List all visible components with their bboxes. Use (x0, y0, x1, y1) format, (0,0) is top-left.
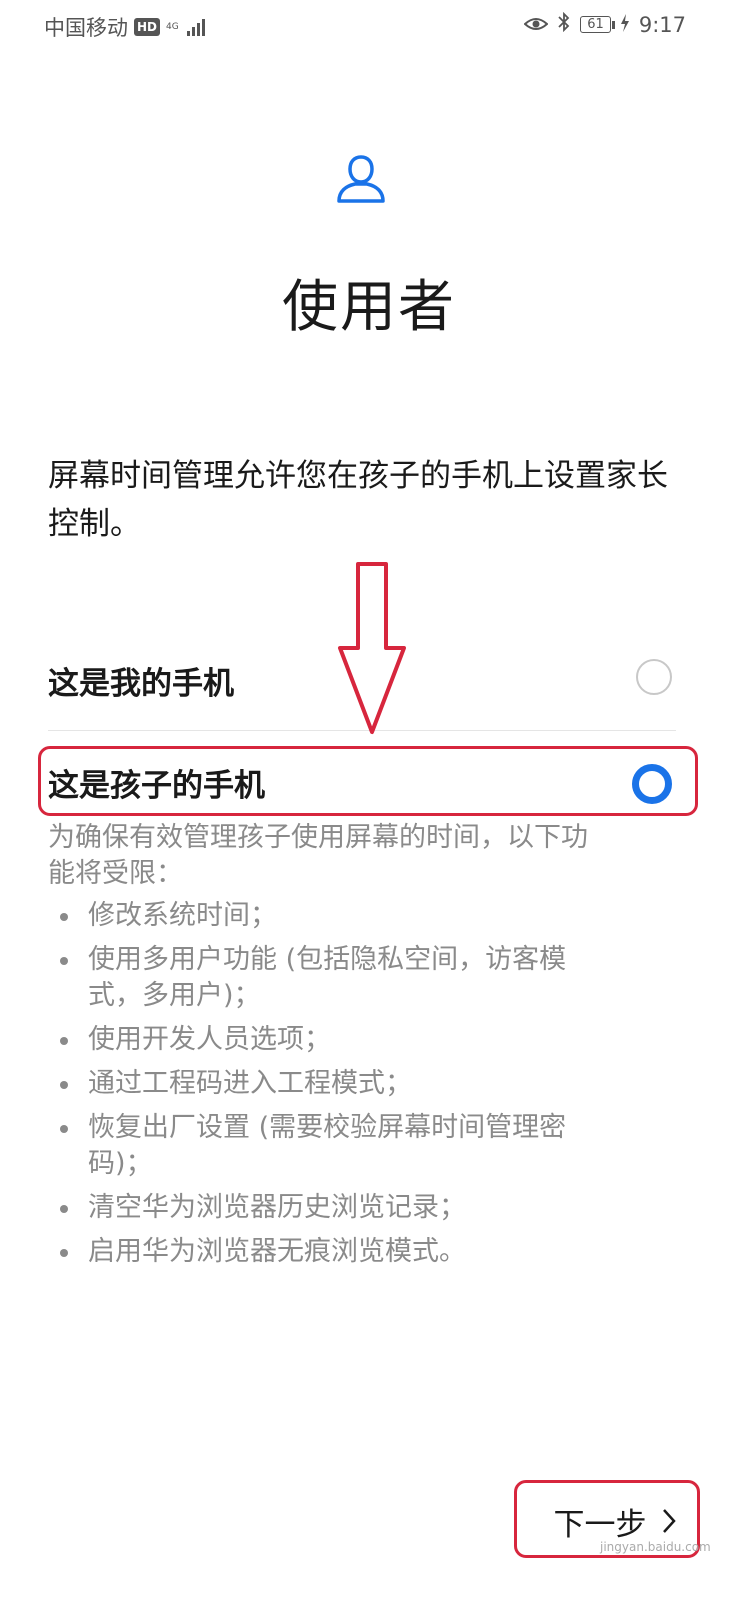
restriction-list: 修改系统时间； 使用多用户功能 (包括隐私空间，访客模式，多用户)； 使用开发人… (48, 898, 608, 1278)
restriction-text: 启用华为浏览器无痕浏览模式。 (88, 1236, 466, 1267)
signal-icon (186, 18, 205, 36)
bluetooth-icon (557, 11, 571, 37)
restriction-item: 使用多用户功能 (包括隐私空间，访客模式，多用户)； (48, 942, 608, 1014)
restriction-text: 清空华为浏览器历史浏览记录； (88, 1192, 466, 1223)
bullet-dot (60, 1037, 68, 1045)
restriction-text: 修改系统时间； (88, 900, 277, 931)
bullet-dot (60, 1125, 68, 1133)
option-my-phone-label: 这是我的手机 (48, 666, 234, 702)
restriction-item: 恢复出厂设置 (需要校验屏幕时间管理密码)； (48, 1110, 608, 1182)
watermark: jingyan.baidu.com (600, 1540, 711, 1554)
status-left: 中国移动 HD 4G (44, 12, 205, 42)
hd-badge: HD (134, 18, 161, 36)
eye-icon (523, 13, 549, 37)
radio-my-phone[interactable] (636, 659, 672, 695)
annotation-down-arrow-icon (338, 562, 406, 734)
restriction-item: 启用华为浏览器无痕浏览模式。 (48, 1234, 608, 1270)
battery-icon: 61 (580, 16, 615, 33)
status-right: 61 9:17 (523, 11, 686, 37)
restriction-item: 修改系统时间； (48, 898, 608, 934)
status-bar: 中国移动 HD 4G 61 9:17 (0, 0, 738, 52)
person-icon (335, 153, 387, 205)
page-title: 使用者 (282, 275, 456, 340)
restriction-text: 使用开发人员选项； (88, 1024, 331, 1055)
restriction-item: 通过工程码进入工程模式； (48, 1066, 608, 1102)
clock-time: 9:17 (638, 12, 686, 37)
charging-icon (620, 13, 630, 37)
bullet-dot (60, 957, 68, 965)
network-type: 4G (166, 21, 179, 32)
restriction-intro: 为确保有效管理孩子使用屏幕的时间，以下功能将受限： (48, 822, 588, 889)
bullet-dot (60, 913, 68, 921)
restriction-text: 使用多用户功能 (包括隐私空间，访客模式，多用户)； (88, 944, 567, 1011)
restriction-item: 使用开发人员选项； (48, 1022, 608, 1058)
bullet-dot (60, 1249, 68, 1257)
carrier-name: 中国移动 (44, 16, 128, 40)
bullet-dot (60, 1205, 68, 1213)
annotation-highlight-box (38, 746, 698, 816)
restriction-text: 恢复出厂设置 (需要校验屏幕时间管理密码)； (88, 1112, 567, 1179)
restriction-text: 通过工程码进入工程模式； (88, 1068, 412, 1099)
restriction-item: 清空华为浏览器历史浏览记录； (48, 1190, 608, 1226)
description-text: 屏幕时间管理允许您在孩子的手机上设置家长控制。 (48, 458, 668, 542)
bullet-dot (60, 1081, 68, 1089)
